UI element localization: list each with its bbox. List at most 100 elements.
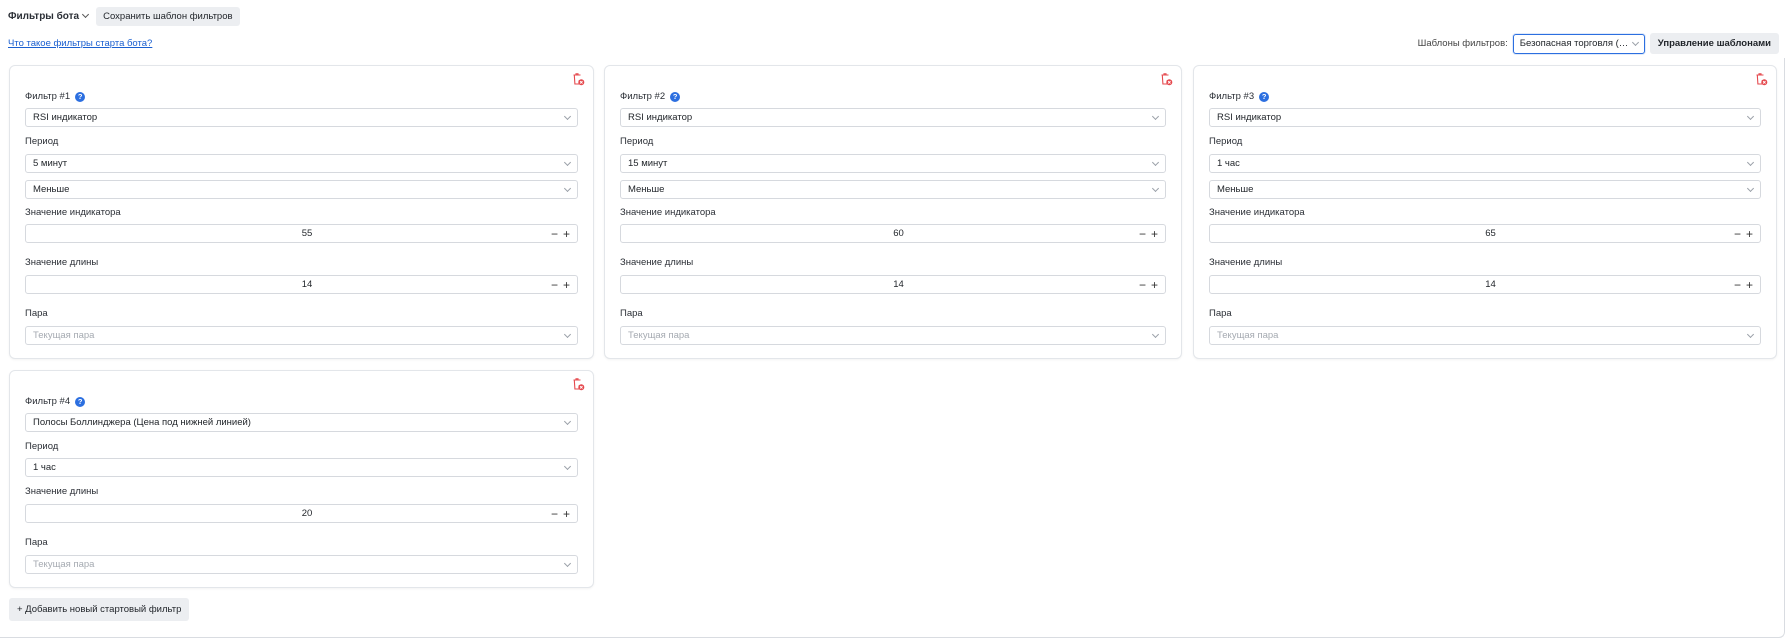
comparison-select[interactable]: Меньше xyxy=(1209,180,1761,199)
period-select-value: 1 час xyxy=(33,462,56,473)
section-toggle[interactable]: Фильтры бота xyxy=(8,10,90,22)
comparison-select-value: Меньше xyxy=(628,184,665,195)
indicator-value-field[interactable]: 65 − + xyxy=(1209,224,1761,243)
indicator-select[interactable]: Полосы Боллинджера (Цена под нижней лини… xyxy=(25,413,578,432)
comparison-select[interactable]: Меньше xyxy=(620,180,1166,199)
indicator-value: 60 xyxy=(893,228,904,239)
pair-label: Пара xyxy=(1209,308,1232,319)
chevron-down-icon xyxy=(1746,158,1755,166)
pair-label: Пара xyxy=(620,308,643,319)
filter-card-3: Фильтр #3? RSI индикатор Период 1 час Ме… xyxy=(1193,65,1777,359)
indicator-select-value: Полосы Боллинджера (Цена под нижней лини… xyxy=(33,417,251,428)
filter-title-text: Фильтр #4 xyxy=(25,396,71,407)
length-value-field[interactable]: 14 − + xyxy=(25,275,578,294)
length-value: 20 xyxy=(301,508,313,519)
chevron-down-icon xyxy=(563,112,572,120)
increment-button[interactable]: + xyxy=(1746,279,1753,291)
length-value-field[interactable]: 20 − + xyxy=(25,504,578,523)
decrement-button[interactable]: − xyxy=(551,228,558,240)
indicator-select[interactable]: RSI индикатор xyxy=(25,108,578,127)
info-icon[interactable]: ? xyxy=(1259,91,1270,102)
decrement-button[interactable]: − xyxy=(1734,279,1741,291)
length-value: 14 xyxy=(301,279,313,290)
section-title: Фильтры бота xyxy=(8,10,80,22)
increment-button[interactable]: + xyxy=(563,279,570,291)
indicator-select[interactable]: RSI индикатор xyxy=(1209,108,1761,127)
filter-card-2: Фильтр #2? RSI индикатор Период 15 минут… xyxy=(604,65,1182,359)
period-label: Период xyxy=(25,136,59,147)
chevron-down-icon xyxy=(1151,112,1160,120)
templates-label: Шаблоны фильтров: xyxy=(1417,38,1508,49)
length-value: 14 xyxy=(1485,279,1496,290)
save-template-button[interactable]: Сохранить шаблон фильтров xyxy=(96,6,240,26)
add-filter-button[interactable]: + Добавить новый стартовый фильтр xyxy=(9,598,190,621)
filter-card-4: Фильтр #4? Полосы Боллинджера (Цена под … xyxy=(9,370,594,588)
delete-filter-icon[interactable] xyxy=(1754,72,1768,86)
info-icon[interactable]: ? xyxy=(670,91,681,102)
indicator-value-label: Значение индикатора xyxy=(25,207,121,218)
period-select-value: 1 час xyxy=(1217,158,1240,169)
help-link[interactable]: Что такое фильтры старта бота? xyxy=(8,38,152,49)
length-value-label: Значение длины xyxy=(1209,257,1283,268)
period-select[interactable]: 1 час xyxy=(25,458,578,477)
increment-button[interactable]: + xyxy=(1151,279,1158,291)
pair-select-placeholder: Текущая пара xyxy=(628,330,690,341)
delete-filter-icon[interactable] xyxy=(571,72,585,86)
period-select-value: 15 минут xyxy=(628,158,668,169)
chevron-down-icon xyxy=(1151,184,1160,192)
pair-select-placeholder: Текущая пара xyxy=(33,330,95,341)
decrement-button[interactable]: − xyxy=(551,279,558,291)
templates-bar: Шаблоны фильтров: Безопасная торговля (l… xyxy=(1418,33,1779,54)
comparison-select[interactable]: Меньше xyxy=(25,180,578,199)
template-select-value: Безопасная торговля (lo... xyxy=(1519,38,1630,49)
top-bar: Фильтры бота Сохранить шаблон фильтров xyxy=(8,6,240,26)
length-value-label: Значение длины xyxy=(25,486,99,497)
decrement-button[interactable]: − xyxy=(1139,279,1146,291)
pair-select[interactable]: Текущая пара xyxy=(620,326,1166,345)
period-select[interactable]: 15 минут xyxy=(620,154,1166,173)
info-icon[interactable]: ? xyxy=(75,91,86,102)
pair-select-placeholder: Текущая пара xyxy=(33,559,95,570)
chevron-down-icon xyxy=(563,158,572,166)
pair-select[interactable]: Текущая пара xyxy=(1209,326,1761,345)
length-value-field[interactable]: 14 − + xyxy=(620,275,1166,294)
indicator-value-field[interactable]: 60 − + xyxy=(620,224,1166,243)
decrement-button[interactable]: − xyxy=(1139,228,1146,240)
delete-filter-icon[interactable] xyxy=(571,377,585,391)
indicator-select-value: RSI индикатор xyxy=(628,112,693,123)
decrement-button[interactable]: − xyxy=(551,508,558,520)
chevron-down-icon xyxy=(1746,184,1755,192)
indicator-select[interactable]: RSI индикатор xyxy=(620,108,1166,127)
increment-button[interactable]: + xyxy=(1151,228,1158,240)
period-label: Период xyxy=(1209,136,1243,147)
increment-button[interactable]: + xyxy=(563,228,570,240)
period-select[interactable]: 5 минут xyxy=(25,154,578,173)
info-icon[interactable]: ? xyxy=(75,396,86,407)
comparison-select-value: Меньше xyxy=(1217,184,1254,195)
manage-templates-button[interactable]: Управление шаблонами xyxy=(1649,33,1779,54)
pair-select[interactable]: Текущая пара xyxy=(25,555,578,574)
period-label: Период xyxy=(25,441,59,452)
chevron-down-icon xyxy=(82,10,90,19)
pair-select[interactable]: Текущая пара xyxy=(25,326,578,345)
period-select[interactable]: 1 час xyxy=(1209,154,1761,173)
decrement-button[interactable]: − xyxy=(1734,228,1741,240)
indicator-value-label: Значение индикатора xyxy=(1209,207,1305,218)
pair-label: Пара xyxy=(25,308,48,319)
indicator-value-label: Значение индикатора xyxy=(620,207,716,218)
template-select[interactable]: Безопасная торговля (lo... xyxy=(1512,33,1645,54)
chevron-down-icon xyxy=(563,559,572,567)
pair-label: Пара xyxy=(25,537,48,548)
chevron-down-icon xyxy=(563,330,572,338)
delete-filter-icon[interactable] xyxy=(1159,72,1173,86)
pair-select-placeholder: Текущая пара xyxy=(1217,330,1279,341)
chevron-down-icon xyxy=(1151,158,1160,166)
filter-title-text: Фильтр #2 xyxy=(620,91,666,102)
filter-title-text: Фильтр #1 xyxy=(25,91,71,102)
increment-button[interactable]: + xyxy=(1746,228,1753,240)
indicator-value-field[interactable]: 55 − + xyxy=(25,224,578,243)
length-value-field[interactable]: 14 − + xyxy=(1209,275,1761,294)
increment-button[interactable]: + xyxy=(563,508,570,520)
chevron-down-icon xyxy=(1631,38,1639,46)
chevron-down-icon xyxy=(1746,330,1755,338)
